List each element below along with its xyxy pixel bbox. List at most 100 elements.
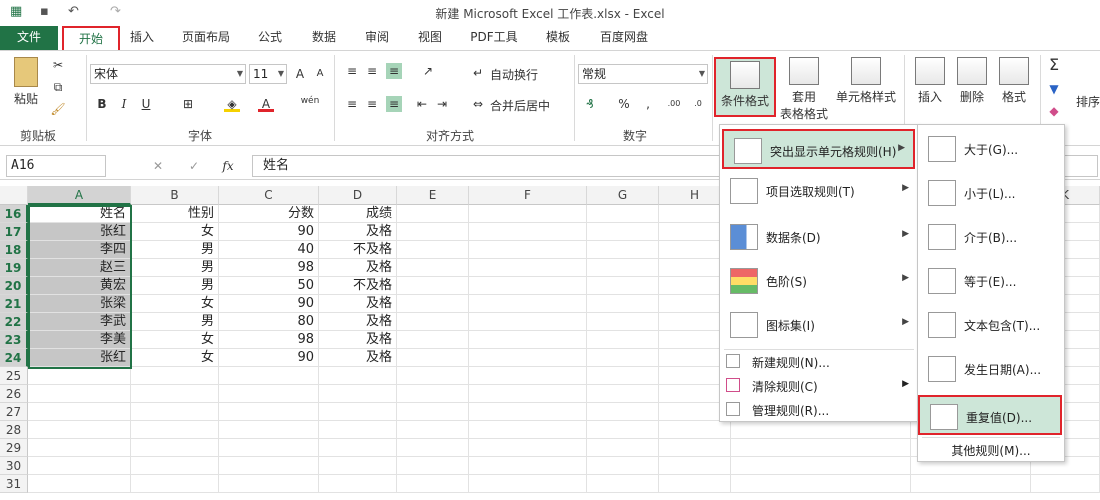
cell[interactable] (219, 439, 319, 457)
cell[interactable] (587, 295, 659, 313)
cell[interactable] (397, 385, 469, 403)
cell[interactable] (397, 403, 469, 421)
tab-review[interactable]: 审阅 (357, 26, 397, 50)
cell[interactable] (469, 277, 587, 295)
cell[interactable] (469, 421, 587, 439)
number-format-select[interactable]: 常规 ▼ (578, 64, 708, 84)
row-header[interactable]: 23 (0, 331, 28, 349)
cell[interactable] (587, 349, 659, 367)
cell[interactable] (131, 385, 219, 403)
cell[interactable] (219, 475, 319, 493)
tab-file[interactable]: 文件 (0, 26, 58, 50)
cell[interactable] (28, 421, 131, 439)
decrease-font-icon[interactable]: A (312, 66, 328, 82)
paste-button[interactable]: 粘贴 (8, 57, 44, 107)
cell[interactable] (28, 475, 131, 493)
submenu-item-more-rules[interactable]: 其他规则(M)... (918, 439, 1064, 461)
submenu-item-date-occurring[interactable]: 发生日期(A)... (918, 349, 1064, 389)
column-header[interactable]: A (28, 186, 131, 205)
menu-item-clear-rules[interactable]: 清除规则(C) ▶ (720, 375, 917, 397)
font-color-icon[interactable]: A (258, 96, 274, 112)
copy-icon[interactable]: ⧉ (50, 79, 66, 95)
cell[interactable] (397, 241, 469, 259)
cell[interactable]: 赵三 (28, 259, 131, 277)
cell[interactable] (469, 475, 587, 493)
cell[interactable] (587, 277, 659, 295)
column-header[interactable]: C (219, 186, 319, 205)
row-header[interactable]: 22 (0, 313, 28, 331)
cell[interactable] (659, 457, 731, 475)
accounting-icon[interactable]: ₰ (582, 96, 598, 112)
cell[interactable] (469, 367, 587, 385)
row-header[interactable]: 20 (0, 277, 28, 295)
cell[interactable] (469, 331, 587, 349)
cell[interactable]: 成绩 (319, 205, 397, 223)
format-painter-icon[interactable]: 🖌 (50, 101, 66, 117)
cell[interactable] (131, 439, 219, 457)
cell[interactable]: 90 (219, 295, 319, 313)
cell[interactable]: 及格 (319, 259, 397, 277)
cell[interactable] (319, 457, 397, 475)
tab-view[interactable]: 视图 (410, 26, 450, 50)
cell[interactable] (469, 295, 587, 313)
cell[interactable]: 男 (131, 241, 219, 259)
cell[interactable]: 98 (219, 331, 319, 349)
align-right-icon[interactable]: ≡ (386, 96, 402, 112)
tab-page-layout[interactable]: 页面布局 (176, 26, 236, 50)
cell[interactable]: 女 (131, 349, 219, 367)
submenu-item-text-contains[interactable]: 文本包含(T)... (918, 305, 1064, 345)
cell[interactable]: 女 (131, 331, 219, 349)
cell[interactable] (469, 403, 587, 421)
cell[interactable] (397, 223, 469, 241)
cell[interactable]: 性别 (131, 205, 219, 223)
tab-pdf-tools[interactable]: PDF工具 (464, 26, 524, 50)
cell[interactable]: 50 (219, 277, 319, 295)
menu-item-manage-rules[interactable]: 管理规则(R)... (720, 399, 917, 421)
row-header[interactable]: 18 (0, 241, 28, 259)
row-header[interactable]: 19 (0, 259, 28, 277)
autosum-icon[interactable]: Σ (1046, 57, 1062, 73)
cell[interactable] (659, 475, 731, 493)
merge-center-button[interactable]: 合并后居中 (490, 97, 550, 114)
row-header[interactable]: 16 (0, 205, 28, 223)
row-header[interactable]: 28 (0, 421, 28, 439)
cell[interactable] (659, 421, 731, 439)
menu-item-top-bottom-rules[interactable]: 项目选取规则(T) ▶ (720, 171, 917, 211)
cell[interactable] (397, 457, 469, 475)
cell[interactable] (131, 475, 219, 493)
cell[interactable] (469, 313, 587, 331)
delete-cells-button[interactable]: 删除 (952, 57, 992, 105)
cell[interactable] (397, 439, 469, 457)
row-header[interactable]: 17 (0, 223, 28, 241)
cell[interactable]: 98 (219, 259, 319, 277)
submenu-item-between[interactable]: 介于(B)... (918, 217, 1064, 257)
cell[interactable] (219, 403, 319, 421)
font-size-select[interactable]: 11 ▼ (249, 64, 287, 84)
conditional-formatting-button[interactable]: 条件格式 (714, 57, 776, 117)
column-header[interactable]: B (131, 186, 219, 205)
cell[interactable]: 李美 (28, 331, 131, 349)
cell[interactable] (587, 421, 659, 439)
decrease-indent-icon[interactable]: ⇤ (414, 96, 430, 112)
cell[interactable] (469, 439, 587, 457)
menu-item-color-scales[interactable]: 色阶(S) ▶ (720, 261, 917, 301)
cell[interactable]: 李武 (28, 313, 131, 331)
format-as-table-button[interactable]: 套用 表格格式 (776, 57, 832, 122)
cell[interactable]: 李四 (28, 241, 131, 259)
align-top-icon[interactable]: ≡ (344, 63, 360, 79)
menu-item-icon-sets[interactable]: 图标集(I) ▶ (720, 305, 917, 345)
cell[interactable]: 不及格 (319, 241, 397, 259)
decrease-decimal-icon[interactable]: .0 (690, 96, 706, 112)
cell[interactable] (587, 367, 659, 385)
cell[interactable] (397, 277, 469, 295)
row-header[interactable]: 31 (0, 475, 28, 493)
cell[interactable]: 不及格 (319, 277, 397, 295)
cell[interactable] (28, 457, 131, 475)
cell[interactable] (469, 457, 587, 475)
format-cells-button[interactable]: 格式 (994, 57, 1034, 105)
cell-styles-button[interactable]: 单元格样式 (834, 57, 898, 105)
tab-home[interactable]: 开始 (62, 26, 120, 51)
cell[interactable] (319, 367, 397, 385)
cell[interactable] (397, 313, 469, 331)
cancel-icon[interactable]: ✕ (150, 158, 166, 174)
